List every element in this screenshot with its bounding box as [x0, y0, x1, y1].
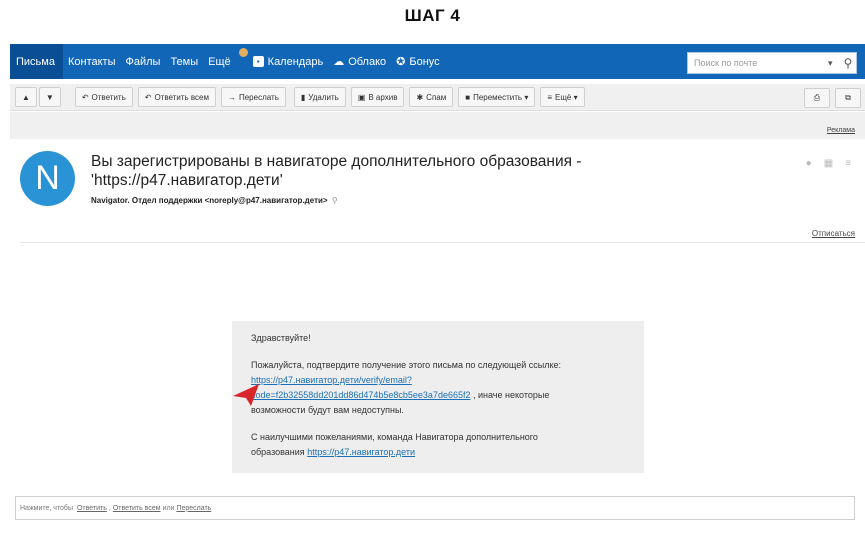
more-icon: ≡ [547, 92, 552, 102]
nav-files[interactable]: Файлы [120, 44, 165, 79]
ad-bar [10, 112, 865, 139]
prev-message-button[interactable]: ▲ [15, 87, 37, 107]
after-link-text: , иначе некоторые [473, 390, 550, 400]
message-subject: Вы зарегистрированы в навигаторе дополни… [91, 153, 582, 189]
bonus-icon: ✪ [396, 56, 406, 68]
nav-more[interactable]: Ещё [203, 44, 236, 79]
nav-bonus-label: Бонус [409, 55, 440, 68]
signoff-text2: образования [251, 447, 305, 457]
header-actions: ● ▦ ≡ [806, 158, 851, 169]
sender-name: Navigator. Отдел поддержки <noreply@p47.… [91, 196, 328, 205]
nav-bonus[interactable]: ✪ Бонус [391, 44, 445, 79]
folder-icon: ■ [465, 92, 471, 102]
search-dropdown-icon[interactable]: ▾ [828, 58, 840, 69]
quick-reply-link[interactable]: Ответить [77, 505, 107, 512]
search-input[interactable]: Поиск по почте ▾ ⚲ [687, 52, 857, 74]
reply-prompt-prefix: Нажмите, чтобы [20, 504, 73, 512]
reply-all-icon: ↶ [144, 92, 152, 102]
verify-link-line1[interactable]: https://p47.навигатор.дети/verify/email? [251, 375, 412, 385]
print-icon: ⎙ [813, 93, 821, 102]
red-arrow-pointer-icon [233, 384, 259, 406]
sender-search-icon[interactable]: ⚲ [332, 196, 338, 205]
search-placeholder: Поиск по почте [694, 58, 758, 68]
top-navigation-bar: Письма Контакты Файлы Темы Ещё ▪ Календа… [10, 44, 865, 79]
delete-label: Удалить [308, 92, 339, 102]
more-actions-button[interactable]: ≡ Ещё ▾ [540, 87, 585, 107]
spam-label: Спам [426, 92, 447, 102]
star-icon[interactable]: ● [806, 158, 812, 169]
delete-button[interactable]: ▮ Удалить [293, 87, 346, 107]
forward-label: Переслать [238, 92, 279, 102]
nav-cloud-label: Облако [348, 55, 387, 68]
print-button[interactable]: ⎙ [804, 88, 830, 108]
verify-link-line1-wrap: https://p47.навигатор.дети/verify/email? [251, 373, 412, 388]
forward-icon: → [227, 92, 236, 102]
move-label: Переместить ▾ [473, 92, 529, 102]
calendar-icon: ▪ [252, 56, 264, 67]
reply-sep: , [108, 504, 111, 512]
notification-badge-icon [239, 48, 248, 57]
menu-icon[interactable]: ≡ [845, 158, 851, 169]
warning-text: возможности будут вам недоступны. [251, 405, 404, 415]
message-toolbar: ▲ ▼ ↶ Ответить ↶ Ответить всем → Переслать … [10, 84, 865, 111]
nav-cloud[interactable]: ☁ Облако [328, 44, 391, 79]
forward-button[interactable]: → Переслать [220, 87, 286, 107]
spam-button[interactable]: ✱ Спам [409, 87, 454, 107]
message-body-card: Здравствуйте! Пожалуйста, подтвердите по… [232, 321, 644, 473]
reply-all-label: Ответить всем [154, 92, 209, 102]
nav-calendar-label: Календарь [267, 55, 324, 68]
reply-or: или [162, 504, 175, 512]
reply-icon: ↶ [81, 92, 89, 102]
archive-label: В архив [368, 92, 398, 102]
nav-calendar[interactable]: ▪ Календарь [248, 44, 329, 79]
trash-icon: ▮ [300, 92, 306, 102]
archive-icon: ▣ [357, 92, 366, 102]
quick-reply-box[interactable]: Нажмите, чтобы Ответить , Ответить всем … [15, 496, 855, 520]
signoff-line2: образования https://p47.навигатор.дети [251, 445, 415, 460]
reply-all-button[interactable]: ↶ Ответить всем [137, 87, 216, 107]
quick-forward-link[interactable]: Переслать [176, 505, 211, 512]
greeting-text: Здравствуйте! [251, 333, 311, 343]
spam-icon: ✱ [416, 92, 424, 102]
new-window-icon: ⧉ [845, 93, 851, 102]
search-icon[interactable]: ⚲ [840, 56, 856, 70]
message-sender[interactable]: Navigator. Отдел поддержки <noreply@p47.… [91, 196, 338, 205]
signoff-text: С наилучшими пожеланиями, команда Навига… [251, 432, 538, 442]
nav-themes[interactable]: Темы [165, 44, 203, 79]
verify-link-line2-wrap: code=f2b32558dd201dd86d474b5e8cb5ee3a7de… [251, 388, 549, 403]
site-link[interactable]: https://p47.навигатор.дети [307, 447, 415, 457]
archive-button[interactable]: ▣ В архив [350, 87, 405, 107]
more-label: Ещё ▾ [555, 92, 578, 102]
calendar-small-icon[interactable]: ▦ [824, 158, 833, 169]
open-window-button[interactable]: ⧉ [835, 88, 861, 108]
move-button[interactable]: ■ Переместить ▾ [458, 87, 536, 107]
next-message-button[interactable]: ▼ [38, 87, 61, 107]
reply-label: Ответить [91, 92, 126, 102]
unsubscribe-link[interactable]: Отписаться [812, 229, 855, 238]
header-divider [20, 242, 865, 243]
verify-link-line2[interactable]: code=f2b32558dd201dd86d474b5e8cb5ee3a7de… [251, 390, 470, 400]
step-title: ШАГ 4 [404, 6, 461, 25]
cloud-icon: ☁ [333, 56, 345, 68]
reply-button[interactable]: ↶ Ответить [74, 87, 133, 107]
nav-contacts[interactable]: Контакты [63, 44, 121, 79]
nav-mail[interactable]: Письма [10, 44, 63, 79]
sender-avatar: N [20, 151, 75, 206]
confirm-text: Пожалуйста, подтвердите получение этого … [251, 360, 562, 370]
quick-reply-all-link[interactable]: Ответить всем [113, 505, 161, 512]
ad-label-link[interactable]: Реклама [827, 127, 855, 134]
